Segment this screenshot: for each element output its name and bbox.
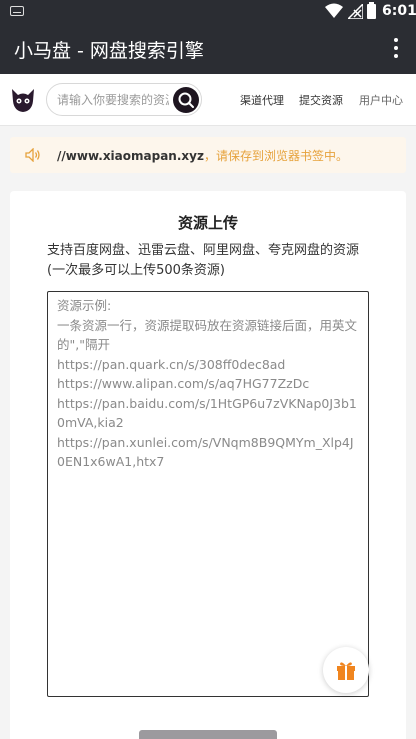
nav-user-center[interactable]: 用户中心 <box>359 92 403 108</box>
upload-title: 资源上传 <box>177 214 238 232</box>
app-title: 小马盘 - 网盘搜索引擎 <box>14 40 204 62</box>
notice-url: //www.xiaomapan.xyz <box>57 149 204 163</box>
submit-button[interactable] <box>139 730 277 739</box>
search-input[interactable] <box>57 91 169 109</box>
notice-bar: //www.xiaomapan.xyz，请保存到浏览器书签中。 <box>10 137 406 173</box>
keyboard-icon <box>10 6 24 16</box>
search-icon <box>178 92 194 108</box>
speaker-icon <box>25 148 40 162</box>
search-button[interactable] <box>173 87 199 113</box>
gift-icon <box>337 662 355 680</box>
upload-description: 支持百度网盘、迅雷云盘、阿里网盘、夸克网盘的资源(一次最多可以上传500条资源) <box>47 243 360 278</box>
gift-button[interactable] <box>323 647 369 693</box>
resource-textarea[interactable] <box>47 291 369 697</box>
search-box <box>46 83 202 116</box>
site-header: 渠道代理 提交资源 用户中心 <box>0 74 416 126</box>
nav-submit-resource[interactable]: 提交资源 <box>299 92 343 108</box>
battery-icon <box>367 2 376 19</box>
wifi-icon <box>325 3 343 18</box>
notice-message: ，请保存到浏览器书签中。 <box>203 149 348 163</box>
no-signal-icon <box>348 4 363 19</box>
app-bar: 小马盘 - 网盘搜索引擎 <box>0 24 416 74</box>
status-bar: 6:01 <box>0 0 416 24</box>
logo-icon[interactable] <box>10 87 36 113</box>
notice-text: //www.xiaomapan.xyz，请保存到浏览器书签中。 <box>57 147 348 164</box>
clock: 6:01 <box>382 3 416 19</box>
more-vert-icon[interactable] <box>386 38 406 60</box>
nav-channel-agent[interactable]: 渠道代理 <box>240 92 284 108</box>
